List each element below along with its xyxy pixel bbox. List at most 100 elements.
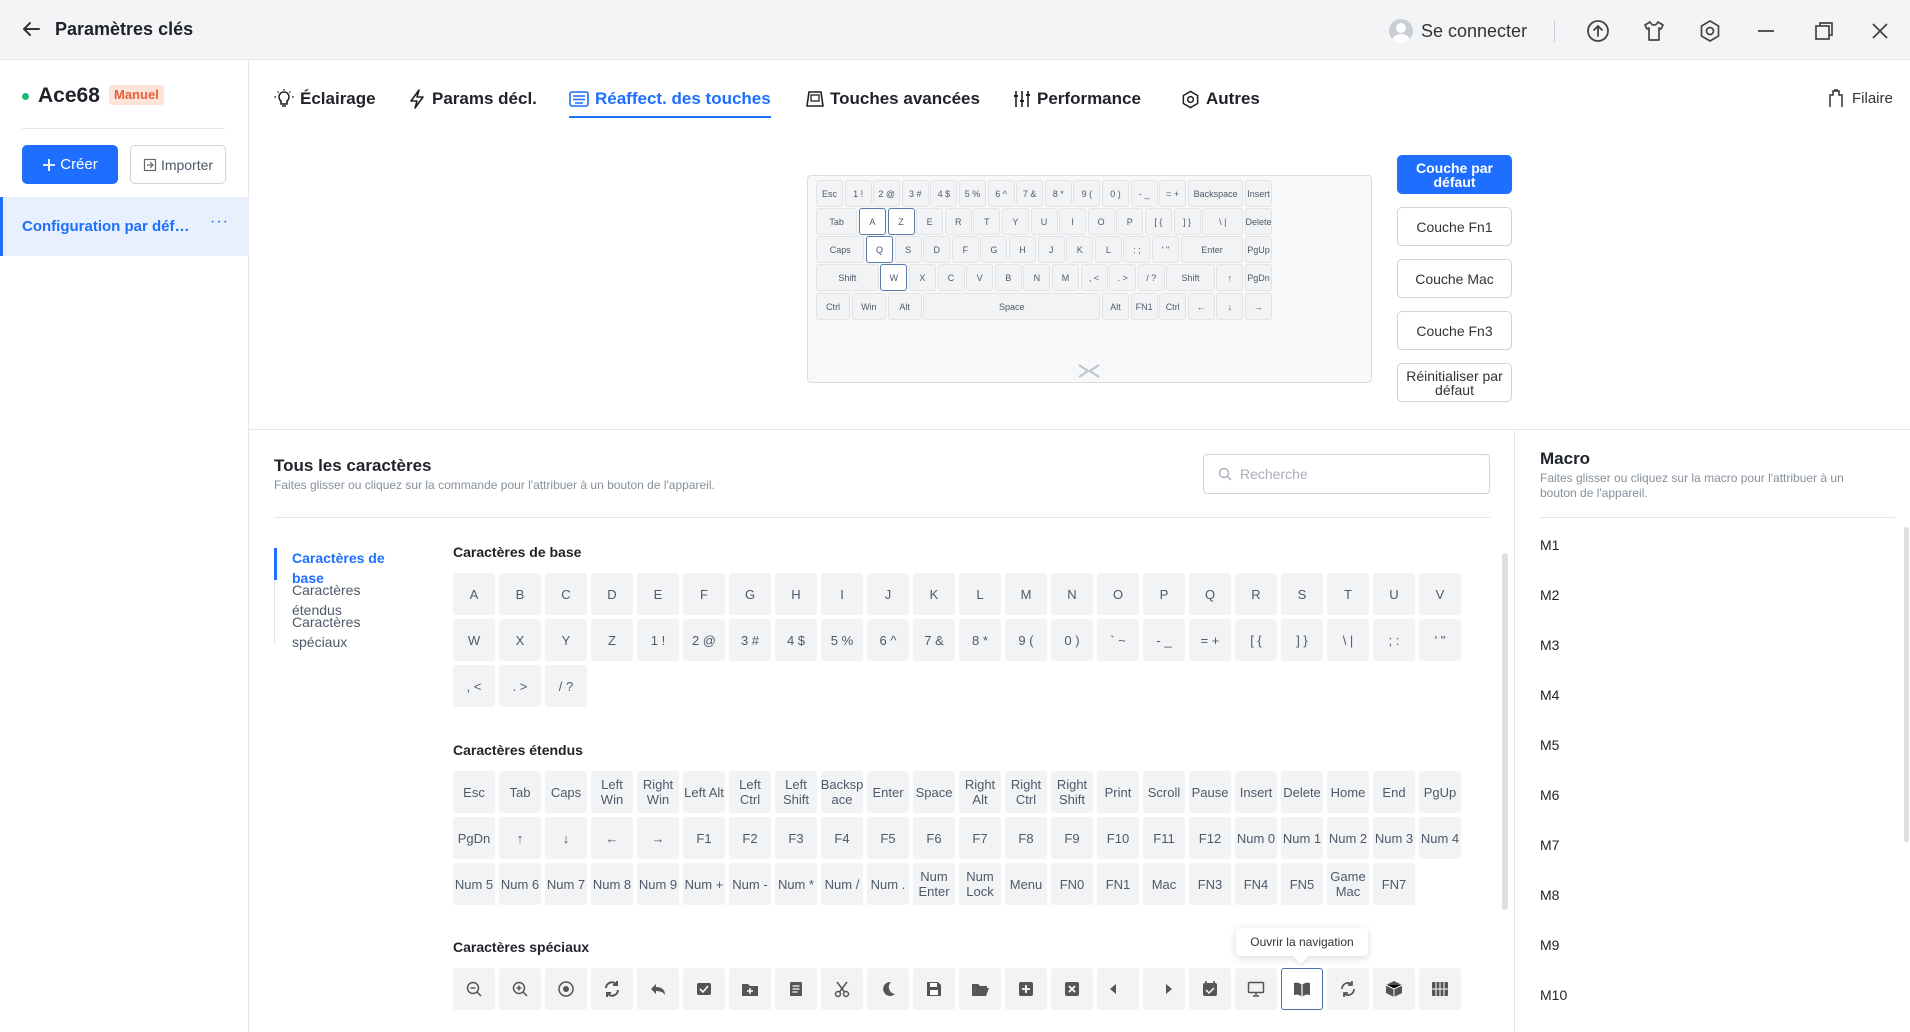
settings-icon[interactable] <box>1696 17 1724 45</box>
macro-item[interactable]: M9 <box>1540 930 1880 980</box>
char-key[interactable]: Pause <box>1189 771 1231 813</box>
char-key[interactable]: R <box>1235 573 1277 615</box>
keyboard-key[interactable]: \ | <box>1202 208 1244 235</box>
char-key[interactable]: M <box>1005 573 1047 615</box>
char-key[interactable]: [ { <box>1235 619 1277 661</box>
char-key[interactable]: Delete <box>1281 771 1323 813</box>
special-char-key[interactable] <box>1419 968 1461 1010</box>
char-key[interactable]: F4 <box>821 817 863 859</box>
scrollbar[interactable] <box>1502 553 1508 910</box>
keyboard-key[interactable]: Backspace <box>1187 180 1244 207</box>
keyboard-key[interactable]: Y <box>1001 208 1029 235</box>
char-key[interactable]: Num Enter <box>913 863 955 905</box>
char-key[interactable]: 3 # <box>729 619 771 661</box>
char-key[interactable]: Num 7 <box>545 863 587 905</box>
char-key[interactable]: I <box>821 573 863 615</box>
search-box[interactable] <box>1203 454 1490 494</box>
keyboard-key[interactable]: Enter <box>1180 236 1244 263</box>
char-key[interactable]: 7 & <box>913 619 955 661</box>
upload-icon[interactable] <box>1584 17 1612 45</box>
keyboard-key[interactable]: B <box>994 264 1022 291</box>
char-key[interactable]: P <box>1143 573 1185 615</box>
char-key[interactable]: 4 $ <box>775 619 817 661</box>
keyboard-key[interactable]: , < <box>1080 264 1108 291</box>
category-basic[interactable]: Caractères de base <box>274 548 414 586</box>
layer-button[interactable]: Couche Fn3 <box>1397 311 1512 350</box>
char-key[interactable]: ` ~ <box>1097 619 1139 661</box>
keyboard-key[interactable]: → <box>1245 293 1272 320</box>
char-key[interactable]: Num 9 <box>637 863 679 905</box>
char-key[interactable]: G <box>729 573 771 615</box>
char-key[interactable]: F2 <box>729 817 771 859</box>
char-key[interactable]: Num 6 <box>499 863 541 905</box>
char-key[interactable]: Left Alt <box>683 771 725 813</box>
char-key[interactable]: Num Lock <box>959 863 1001 905</box>
char-key[interactable]: F1 <box>683 817 725 859</box>
char-key[interactable]: F5 <box>867 817 909 859</box>
scrollbar[interactable] <box>1904 527 1909 842</box>
char-key[interactable]: K <box>913 573 955 615</box>
macro-item[interactable]: M10 <box>1540 980 1880 1030</box>
char-key[interactable]: Q <box>1189 573 1231 615</box>
char-key[interactable]: ] } <box>1281 619 1323 661</box>
special-char-key[interactable] <box>775 968 817 1010</box>
char-key[interactable]: Left Shift <box>775 771 817 813</box>
char-key[interactable]: Menu <box>1005 863 1047 905</box>
char-key[interactable]: A <box>453 573 495 615</box>
char-key[interactable]: Num / <box>821 863 863 905</box>
keyboard-key[interactable]: PgDn <box>1245 264 1272 291</box>
special-char-key[interactable] <box>729 968 771 1010</box>
char-key[interactable]: Num * <box>775 863 817 905</box>
char-key[interactable]: E <box>637 573 679 615</box>
tab-params-decl[interactable]: Params décl. <box>408 84 537 114</box>
char-key[interactable]: X <box>499 619 541 661</box>
char-key[interactable]: Home <box>1327 771 1369 813</box>
more-icon[interactable]: ··· <box>210 213 229 231</box>
char-key[interactable]: FN1 <box>1097 863 1139 905</box>
keyboard-key[interactable]: Caps <box>816 236 865 263</box>
special-char-key[interactable] <box>1051 968 1093 1010</box>
char-key[interactable]: Space <box>913 771 955 813</box>
create-button[interactable]: Créer <box>22 145 118 184</box>
macro-item[interactable]: M2 <box>1540 580 1880 630</box>
keyboard-key[interactable]: 9 ( <box>1073 180 1101 207</box>
char-key[interactable]: W <box>453 619 495 661</box>
tab-eclairage[interactable]: Éclairage <box>274 84 376 114</box>
macro-item[interactable]: M7 <box>1540 830 1880 880</box>
char-key[interactable]: Mac <box>1143 863 1185 905</box>
char-key[interactable]: , < <box>453 665 495 707</box>
keyboard-key[interactable]: Space <box>923 293 1101 320</box>
char-key[interactable]: B <box>499 573 541 615</box>
char-key[interactable]: PgUp <box>1419 771 1461 813</box>
tab-performance[interactable]: Performance <box>1013 84 1141 114</box>
keyboard-key[interactable]: 7 & <box>1016 180 1044 207</box>
keyboard-key[interactable]: 1 ! <box>844 180 872 207</box>
char-key[interactable]: Caps <box>545 771 587 813</box>
keyboard-key[interactable]: ↓ <box>1216 293 1244 320</box>
keyboard-key[interactable]: F <box>951 236 979 263</box>
char-key[interactable]: V <box>1419 573 1461 615</box>
keyboard-key[interactable]: A <box>858 208 886 235</box>
char-key[interactable]: Esc <box>453 771 495 813</box>
special-char-key[interactable] <box>1189 968 1231 1010</box>
char-key[interactable]: Enter <box>867 771 909 813</box>
keyboard-key[interactable]: I <box>1059 208 1087 235</box>
close-icon[interactable] <box>1866 17 1894 45</box>
maximize-icon[interactable] <box>1810 17 1838 45</box>
keyboard-key[interactable]: U <box>1030 208 1058 235</box>
char-key[interactable]: Right Win <box>637 771 679 813</box>
char-key[interactable]: 8 * <box>959 619 1001 661</box>
char-key[interactable]: FN3 <box>1189 863 1231 905</box>
keyboard-key[interactable]: PgUp <box>1245 236 1272 263</box>
keyboard-key[interactable]: R <box>944 208 972 235</box>
char-key[interactable]: Num 2 <box>1327 817 1369 859</box>
keyboard-key[interactable]: = + <box>1159 180 1187 207</box>
special-char-key[interactable] <box>959 968 1001 1010</box>
special-char-key[interactable] <box>1281 968 1323 1010</box>
special-char-key[interactable] <box>499 968 541 1010</box>
char-key[interactable]: F <box>683 573 725 615</box>
char-key[interactable]: D <box>591 573 633 615</box>
char-key[interactable]: F8 <box>1005 817 1047 859</box>
char-key[interactable]: Num 4 <box>1419 817 1461 859</box>
char-key[interactable]: Print <box>1097 771 1139 813</box>
